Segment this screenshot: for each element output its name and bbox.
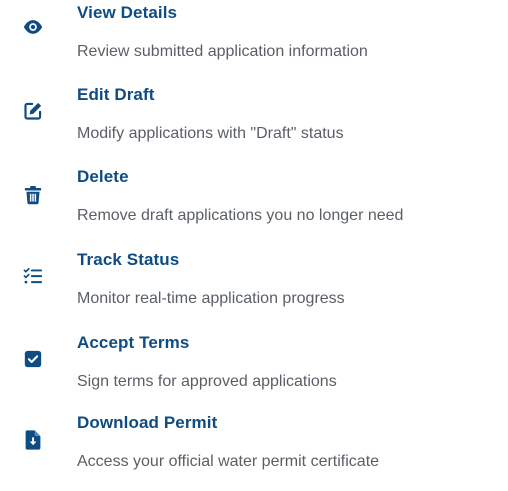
action-description: Access your official water permit certif…	[77, 453, 380, 470]
action-description: Remove draft applications you no longer …	[77, 207, 404, 224]
action-title: Download Permit	[77, 413, 218, 432]
action-description: Review submitted application information	[77, 43, 368, 60]
actions-list: View Details Review submitted applicatio…	[0, 0, 508, 491]
eye-icon	[22, 16, 44, 38]
list-check-icon	[22, 265, 44, 287]
action-title: Edit Draft	[77, 85, 155, 104]
action-description: Modify applications with "Draft" status	[77, 125, 344, 142]
action-description: Sign terms for approved applications	[77, 373, 337, 390]
action-edit-draft[interactable]: Edit Draft Modify applications with "Dra…	[0, 82, 508, 162]
action-title: Track Status	[77, 250, 180, 269]
action-view-details[interactable]: View Details Review submitted applicatio…	[0, 0, 508, 80]
checkbox-icon	[22, 348, 44, 370]
trash-icon	[22, 184, 44, 206]
action-title: Delete	[77, 167, 129, 186]
action-delete[interactable]: Delete Remove draft applications you no …	[0, 164, 508, 244]
action-track-status[interactable]: Track Status Monitor real-time applicati…	[0, 247, 508, 327]
action-accept-terms[interactable]: Accept Terms Sign terms for approved app…	[0, 330, 508, 410]
action-title: View Details	[77, 3, 178, 22]
file-download-icon	[22, 429, 44, 451]
edit-icon	[22, 100, 44, 122]
action-title: Accept Terms	[77, 333, 190, 352]
action-description: Monitor real-time application progress	[77, 290, 345, 307]
action-download-permit[interactable]: Download Permit Access your official wat…	[0, 410, 508, 490]
